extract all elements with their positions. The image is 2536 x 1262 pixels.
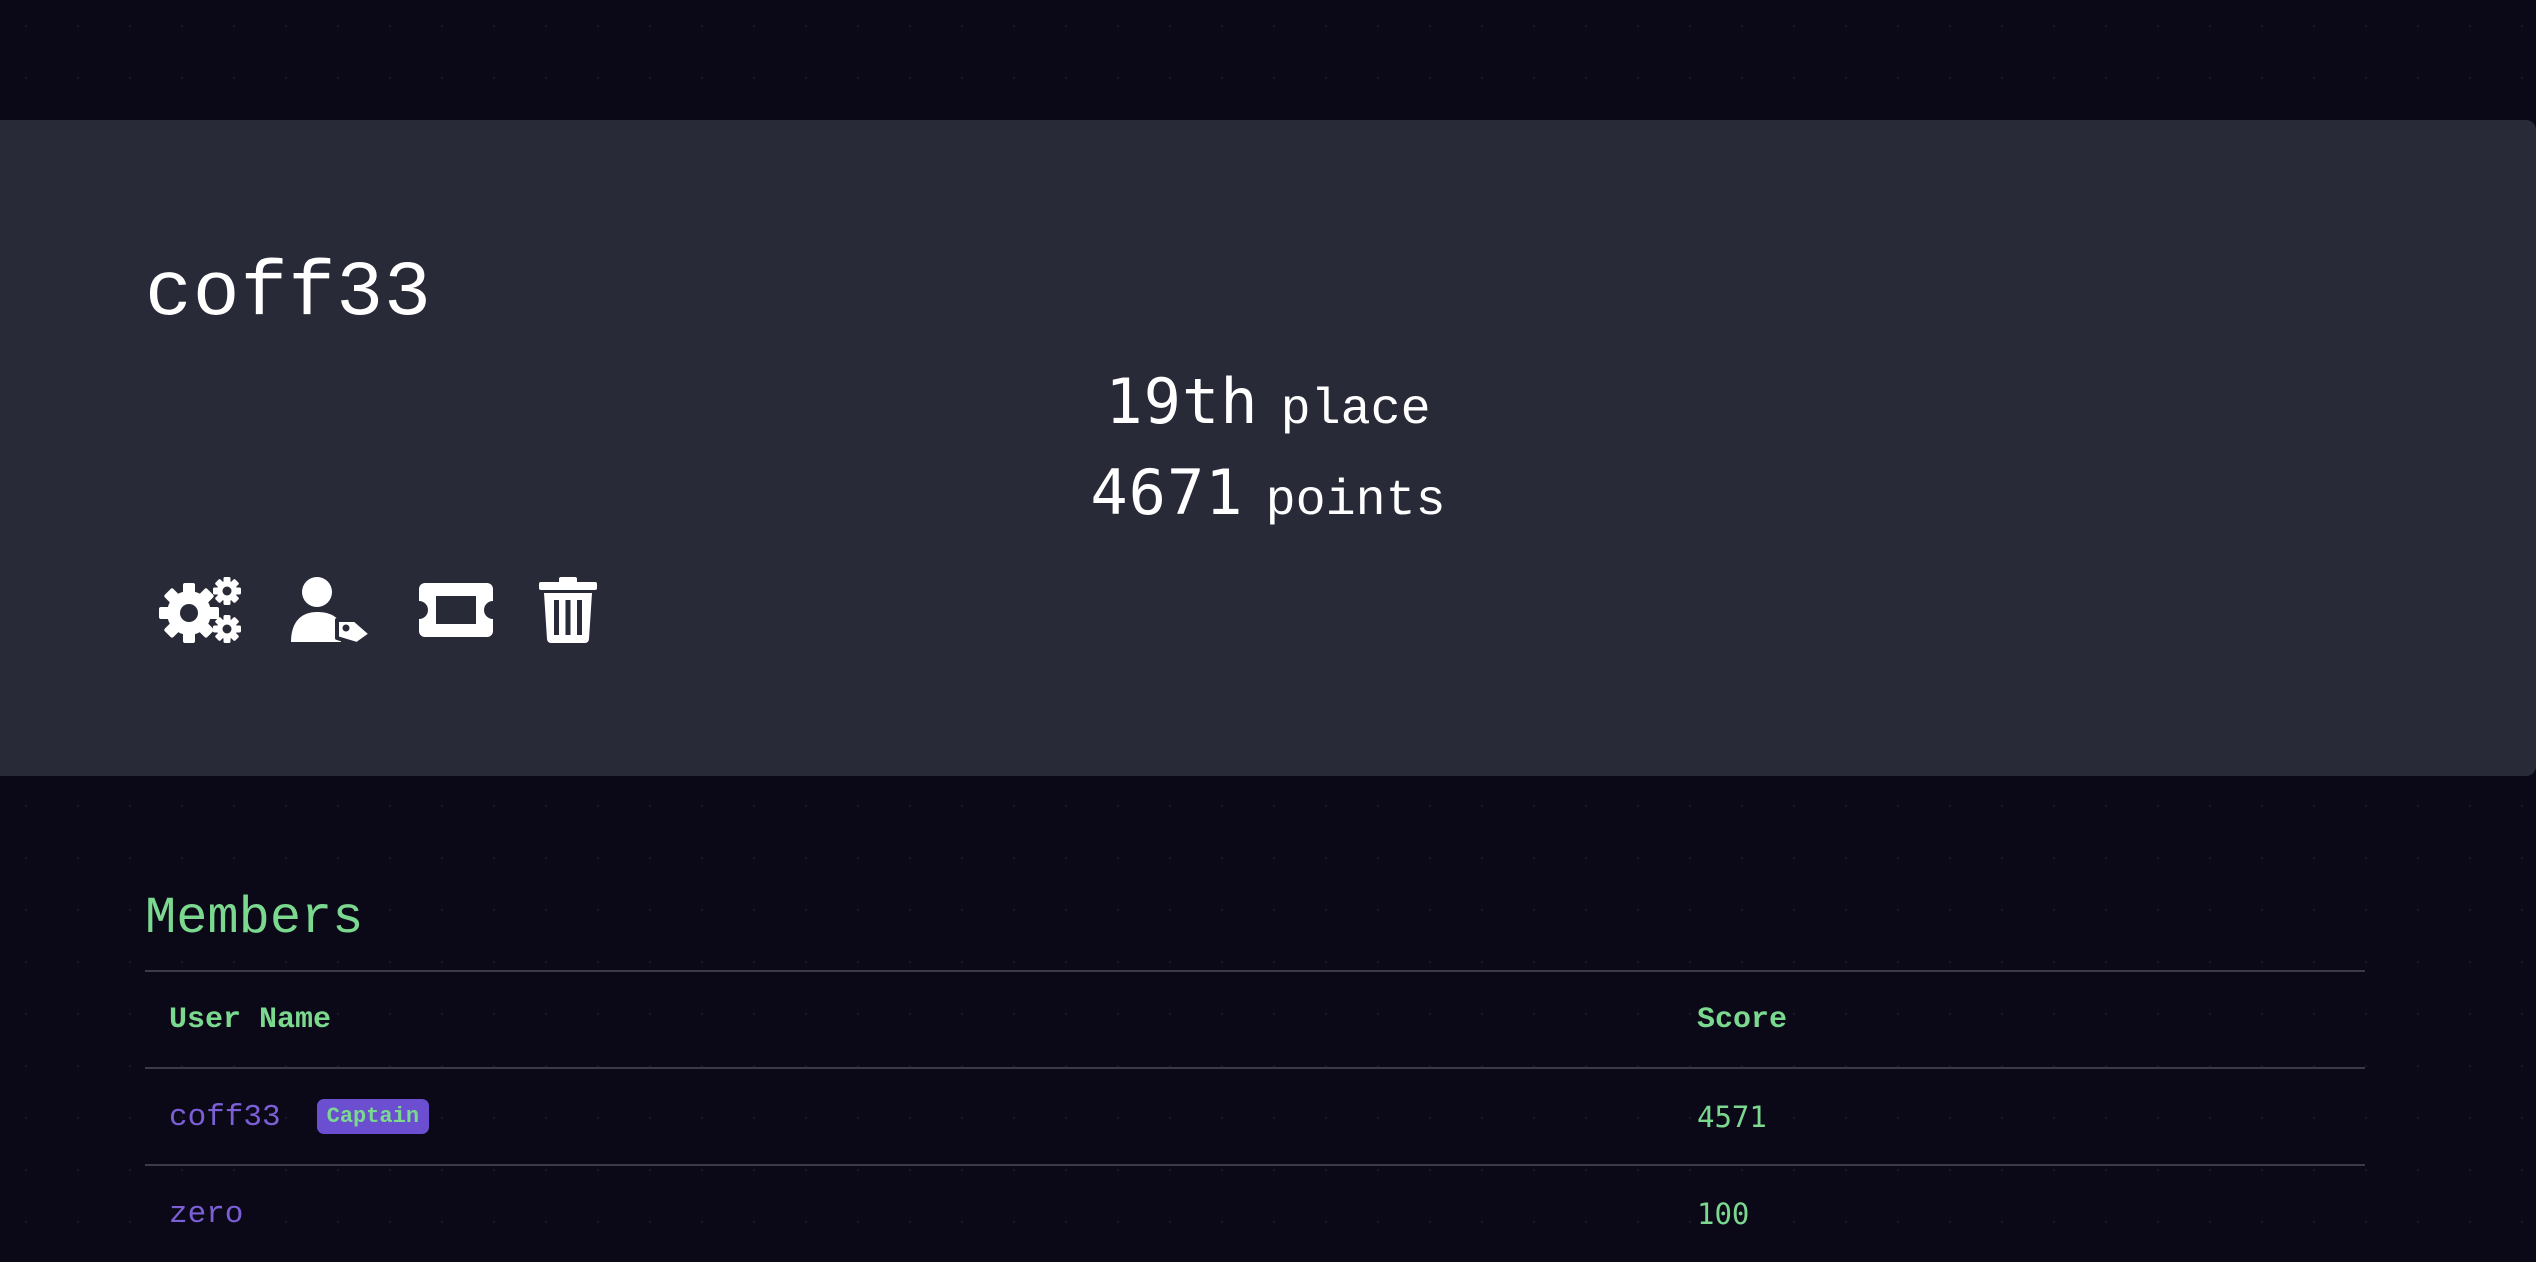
trash-icon bbox=[539, 577, 597, 643]
team-card bbox=[0, 120, 2536, 776]
column-header-user-name: User Name bbox=[145, 970, 1673, 1068]
user-cell: zero bbox=[145, 1164, 1673, 1262]
team-points: 4671 points bbox=[0, 456, 2536, 530]
settings-button[interactable] bbox=[155, 576, 243, 644]
points-value: 4671 bbox=[1090, 456, 1244, 529]
table-row: zero 100 bbox=[145, 1164, 2365, 1262]
member-link[interactable]: coff33 bbox=[169, 1100, 281, 1135]
team-place: 19th place bbox=[0, 365, 2536, 439]
column-header-score: Score bbox=[1673, 970, 2365, 1068]
members-heading: Members bbox=[145, 889, 364, 948]
captain-button[interactable] bbox=[289, 576, 373, 644]
invite-button[interactable] bbox=[419, 583, 493, 637]
members-table: User Name Score coff33 Captain 4571 zero … bbox=[145, 970, 2365, 1262]
gears-icon bbox=[159, 577, 241, 643]
table-row: coff33 Captain 4571 bbox=[145, 1067, 2365, 1165]
ticket-icon bbox=[419, 583, 493, 637]
user-cell: coff33 Captain bbox=[145, 1067, 1673, 1165]
team-name: coff33 bbox=[145, 250, 432, 338]
place-unit: place bbox=[1280, 382, 1431, 439]
user-tag-icon bbox=[291, 577, 373, 644]
place-value: 19th bbox=[1105, 365, 1259, 438]
member-score: 100 bbox=[1673, 1164, 2365, 1262]
member-link[interactable]: zero bbox=[169, 1197, 243, 1232]
captain-badge: Captain bbox=[316, 1098, 430, 1134]
points-unit: points bbox=[1265, 473, 1446, 530]
member-score: 4571 bbox=[1673, 1067, 2365, 1165]
table-header-row: User Name Score bbox=[145, 970, 2365, 1068]
delete-button[interactable] bbox=[539, 577, 597, 643]
team-actions bbox=[155, 574, 643, 646]
